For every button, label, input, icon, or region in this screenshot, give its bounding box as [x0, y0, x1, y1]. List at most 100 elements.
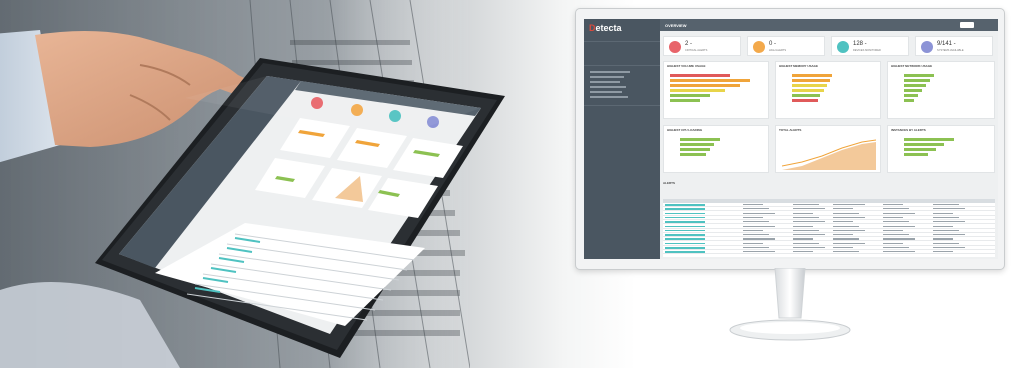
table-cell — [933, 204, 959, 206]
bar — [904, 138, 954, 141]
table-cell — [743, 251, 775, 253]
table-cell — [833, 242, 865, 244]
bar — [792, 74, 832, 77]
table-row[interactable] — [663, 227, 995, 229]
kpi-label: HIGH ALERTS — [769, 49, 787, 52]
table-row[interactable] — [663, 231, 995, 233]
sidebar-item[interactable] — [590, 86, 626, 88]
table-cell-link[interactable] — [665, 221, 705, 223]
sidebar: Detecta — [584, 19, 660, 259]
bar — [670, 89, 725, 92]
table-row[interactable] — [663, 210, 995, 212]
table-cell-link[interactable] — [665, 234, 705, 236]
kpi-card[interactable]: 0 - HIGH ALERTS — [747, 36, 825, 56]
panel-title: HIGHEST MEMORY USAGE — [779, 64, 819, 68]
table-row[interactable] — [663, 240, 995, 242]
kpi-value: 9/141 - — [937, 41, 956, 47]
desktop-monitor: Detecta OVERVIEW 2 - CRITICAL ALERTS 0 -… — [575, 8, 1005, 348]
panel-volume: HIGHEST VOLUME USAGE — [663, 61, 769, 119]
panel-title: HIGHEST VOLUME USAGE — [667, 64, 706, 68]
page-title: OVERVIEW — [665, 23, 687, 28]
table-cell — [833, 251, 859, 253]
table-cell — [743, 242, 763, 244]
monitor-stand — [729, 268, 851, 341]
table-cell-link[interactable] — [665, 208, 705, 210]
table-cell — [883, 238, 915, 240]
table-cell — [743, 225, 775, 227]
table-cell — [793, 208, 825, 210]
table-cell — [833, 212, 859, 214]
table-row[interactable] — [663, 236, 995, 238]
bar — [904, 143, 944, 146]
table-cell — [933, 216, 959, 219]
panel-total-alerts: TOTAL ALERTS — [775, 125, 881, 173]
table-cell — [933, 212, 953, 214]
bar — [904, 89, 922, 92]
sidebar-item[interactable] — [590, 71, 630, 73]
table-cell — [793, 221, 825, 223]
table-row[interactable] — [663, 244, 995, 246]
table-cell — [833, 229, 865, 231]
bar — [904, 74, 934, 77]
kpi-icon — [753, 41, 765, 53]
bar — [792, 79, 830, 82]
table-cell — [793, 251, 813, 253]
table-cell-link[interactable] — [665, 229, 705, 232]
table-cell — [793, 234, 825, 236]
bar — [792, 94, 820, 97]
sidebar-item[interactable] — [590, 91, 622, 93]
bar — [670, 79, 750, 82]
table-row[interactable] — [663, 249, 995, 250]
bar — [904, 84, 926, 87]
table-cell-link[interactable] — [665, 247, 705, 249]
kpi-card[interactable]: 9/141 - SYSTEMS AVAILABLE — [915, 36, 993, 56]
bar — [792, 84, 827, 87]
bar — [904, 94, 918, 97]
top-bar: OVERVIEW — [660, 19, 998, 31]
table-cell-link[interactable] — [665, 212, 705, 215]
table-row[interactable] — [663, 218, 995, 220]
table-cell — [833, 216, 865, 219]
table-cell-link[interactable] — [665, 238, 705, 240]
table-cell — [793, 229, 819, 231]
kpi-card[interactable]: 2 - CRITICAL ALERTS — [663, 36, 741, 56]
table-cell — [793, 216, 819, 219]
bar — [904, 153, 928, 156]
table-row[interactable] — [663, 206, 995, 207]
dashboard-screen: Detecta OVERVIEW 2 - CRITICAL ALERTS 0 -… — [584, 19, 998, 259]
table-cell — [883, 221, 909, 223]
table-cell — [883, 216, 903, 219]
bar — [670, 74, 730, 77]
kpi-card[interactable]: 128 - DEVICES MONITORED — [831, 36, 909, 56]
table-cell — [743, 234, 769, 236]
table-cell — [793, 247, 825, 249]
table-cell — [883, 247, 909, 249]
table-row[interactable] — [663, 214, 995, 216]
bar — [680, 148, 710, 151]
table-cell-link[interactable] — [665, 251, 705, 253]
bar — [904, 148, 936, 151]
table-cell — [833, 247, 853, 249]
table-cell-link[interactable] — [665, 204, 705, 206]
table-cell-link[interactable] — [665, 225, 705, 227]
table-cell — [933, 208, 965, 210]
bar — [670, 94, 710, 97]
table-cell — [933, 238, 953, 240]
sidebar-item[interactable] — [590, 76, 624, 78]
table-cell — [743, 238, 775, 240]
table-cell — [933, 251, 953, 253]
table-row[interactable] — [663, 223, 995, 225]
table-cell — [743, 221, 769, 223]
sidebar-item[interactable] — [590, 96, 628, 98]
table-cell-link[interactable] — [665, 242, 705, 245]
table-row[interactable] — [663, 253, 995, 255]
kpi-icon — [669, 41, 681, 53]
brand-logo: Detecta — [589, 23, 622, 33]
table-cell-link[interactable] — [665, 216, 705, 219]
sidebar-item[interactable] — [590, 81, 620, 83]
table-cell — [793, 238, 813, 240]
table-cell — [793, 242, 819, 244]
table-cell — [833, 204, 865, 206]
panel-cpu: HIGHEST CPU LOADING — [663, 125, 769, 173]
top-bar-button[interactable] — [960, 22, 974, 28]
